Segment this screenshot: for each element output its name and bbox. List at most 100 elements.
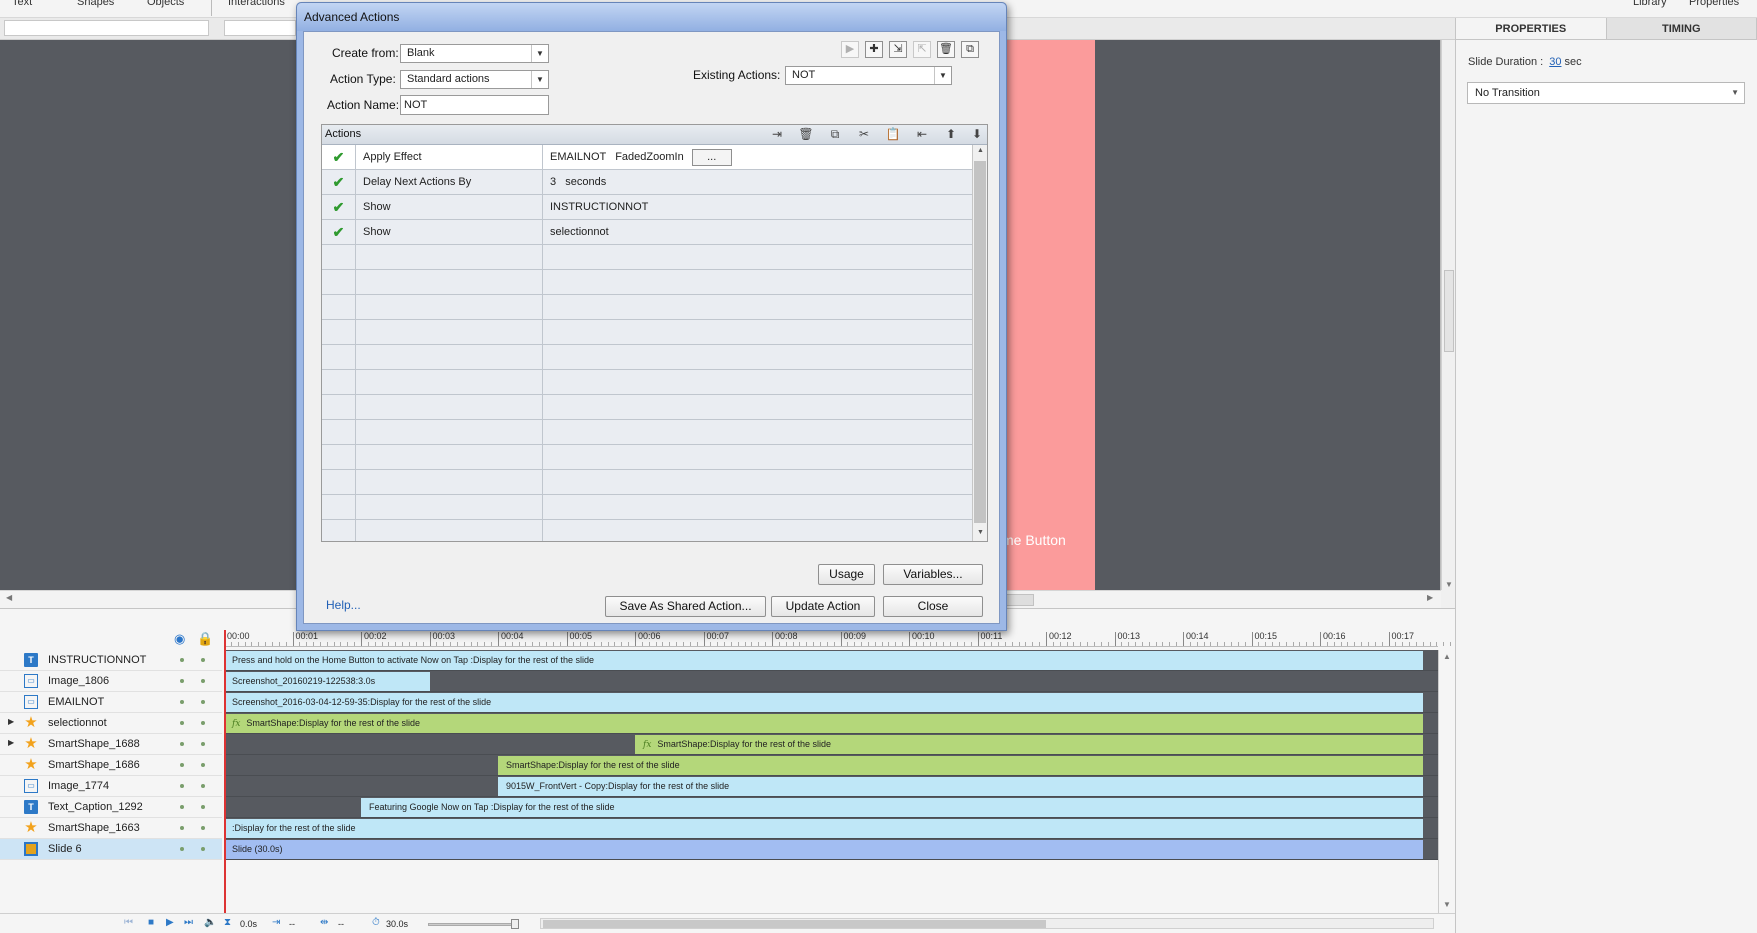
target-cell[interactable]: INSTRUCTIONNOT xyxy=(543,195,972,219)
stage-vertical-scrollbar[interactable]: ▼ xyxy=(1441,40,1455,590)
eye-icon[interactable]: ◉ xyxy=(174,631,185,647)
expand-icon[interactable]: ▶ xyxy=(8,717,14,726)
lock-toggle[interactable] xyxy=(201,658,205,662)
action-cell[interactable] xyxy=(356,270,543,294)
move-up-icon[interactable]: ⬆ xyxy=(942,126,960,143)
visibility-toggle[interactable] xyxy=(180,742,184,746)
scroll-left-icon[interactable]: ◀ xyxy=(6,593,12,602)
visibility-toggle[interactable] xyxy=(180,658,184,662)
scroll-down-icon[interactable]: ▼ xyxy=(1445,580,1453,589)
timeline-row[interactable]: ▭ Image_1774 9015W_FrontVert - Copy:Displa… xyxy=(0,776,1438,797)
dialog-title[interactable]: Advanced Actions xyxy=(297,3,1006,31)
action-cell[interactable]: Apply Effect xyxy=(356,145,543,169)
create-from-select[interactable]: Blank ▼ xyxy=(400,44,549,63)
action-row[interactable]: ✔ Apply Effect EMAILNOT FadedZoomIn... xyxy=(322,145,972,170)
check-cell[interactable] xyxy=(322,370,356,394)
actions-grid-scrollbar[interactable]: ▲ ▼ xyxy=(972,145,987,541)
scroll-right-icon[interactable]: ▶ xyxy=(1427,593,1433,602)
timeline-track[interactable]: Screenshot_20160219-122538:3.0s xyxy=(224,671,1438,692)
timeline-row[interactable]: ▶ ★ SmartShape_1688 fx SmartShape:Display fo… xyxy=(0,734,1438,755)
slide-duration-value[interactable]: 30 xyxy=(1549,56,1561,68)
menu-shapes[interactable]: Shapes xyxy=(77,0,114,8)
usage-button[interactable]: Usage xyxy=(818,564,875,585)
action-cell[interactable] xyxy=(356,320,543,344)
scroll-up-icon[interactable]: ▲ xyxy=(1443,652,1451,661)
timeline-track[interactable]: SmartShape:Display for the rest of the s… xyxy=(224,755,1438,776)
delete-action-icon[interactable]: 🗑 xyxy=(937,41,955,58)
lock-toggle[interactable] xyxy=(201,721,205,725)
action-cell[interactable]: Show xyxy=(356,195,543,219)
action-row[interactable]: ✔ Show selectionnot xyxy=(322,220,972,245)
check-cell[interactable] xyxy=(322,495,356,519)
timeline-bar[interactable]: :Display for the rest of the slide xyxy=(224,819,1423,838)
existing-actions-select[interactable]: NOT ▼ xyxy=(785,66,952,85)
lock-toggle[interactable] xyxy=(201,679,205,683)
lock-toggle[interactable] xyxy=(201,763,205,767)
target-cell[interactable]: selectionnot xyxy=(543,220,972,244)
timeline-layer[interactable]: ▭ Image_1806 xyxy=(0,671,222,692)
action-type-select[interactable]: Standard actions ▼ xyxy=(400,70,549,89)
lock-toggle[interactable] xyxy=(201,847,205,851)
menu-library[interactable]: Library xyxy=(1633,0,1667,8)
timeline-bar[interactable]: Screenshot_20160219-122538:3.0s xyxy=(224,672,430,691)
target-cell[interactable] xyxy=(543,395,972,419)
visibility-toggle[interactable] xyxy=(180,805,184,809)
timeline-bar[interactable]: Featuring Google Now on Tap :Display for… xyxy=(361,798,1423,817)
indent-row-icon[interactable]: ⇤ xyxy=(913,126,931,143)
check-cell[interactable] xyxy=(322,470,356,494)
toolbar-field[interactable] xyxy=(224,20,296,36)
forward-icon[interactable]: ⏭ xyxy=(184,917,193,928)
action-cell[interactable]: Show xyxy=(356,220,543,244)
lock-icon[interactable]: 🔒 xyxy=(197,631,213,647)
scroll-thumb[interactable] xyxy=(1444,270,1454,352)
playhead[interactable] xyxy=(224,630,226,926)
help-link[interactable]: Help... xyxy=(326,598,361,612)
lock-toggle[interactable] xyxy=(201,805,205,809)
save-as-shared-action-button[interactable]: Save As Shared Action... xyxy=(605,596,766,617)
timeline-bar[interactable]: 9015W_FrontVert - Copy:Display for the r… xyxy=(498,777,1423,796)
check-cell[interactable] xyxy=(322,245,356,269)
target-cell[interactable] xyxy=(543,370,972,394)
timeline-row[interactable]: T INSTRUCTIONNOT Press and hold on the Hom… xyxy=(0,650,1438,671)
copy-row-icon[interactable]: ⧉ xyxy=(826,126,844,143)
timeline-layer[interactable]: ▭ Image_1774 xyxy=(0,776,222,797)
expand-icon[interactable]: ▶ xyxy=(8,738,14,747)
timeline-bar[interactable]: Press and hold on the Home Button to act… xyxy=(224,651,1423,670)
cut-row-icon[interactable]: ✂ xyxy=(855,126,873,143)
import-icon[interactable]: ⇲ xyxy=(889,41,907,58)
action-cell[interactable] xyxy=(356,345,543,369)
check-cell[interactable] xyxy=(322,420,356,444)
visibility-toggle[interactable] xyxy=(180,826,184,830)
target-cell[interactable] xyxy=(543,295,972,319)
timeline-row[interactable]: ▭ EMAILNOT Screenshot_2016-03-04-12-59-35:… xyxy=(0,692,1438,713)
timeline-row[interactable]: ▭ Image_1806 Screenshot_20160219-122538:3.… xyxy=(0,671,1438,692)
timeline-track[interactable]: 9015W_FrontVert - Copy:Display for the r… xyxy=(224,776,1438,797)
action-cell[interactable] xyxy=(356,295,543,319)
action-row[interactable] xyxy=(322,270,972,295)
lock-toggle[interactable] xyxy=(201,700,205,704)
action-cell[interactable] xyxy=(356,370,543,394)
variables-button[interactable]: Variables... xyxy=(883,564,983,585)
check-cell[interactable] xyxy=(322,320,356,344)
timeline-row[interactable]: Slide 6 Slide (30.0s) xyxy=(0,839,1438,860)
tab-properties[interactable]: PROPERTIES xyxy=(1456,18,1607,39)
timeline-bar[interactable]: fx SmartShape:Display for the rest of the… xyxy=(224,714,1423,733)
move-down-icon[interactable]: ⬇ xyxy=(968,126,986,143)
effect-icon[interactable]: fx xyxy=(232,719,240,729)
transition-select[interactable]: No Transition ▼ xyxy=(1467,82,1745,104)
scroll-thumb[interactable] xyxy=(974,161,986,523)
target-cell[interactable] xyxy=(543,345,972,369)
lock-toggle[interactable] xyxy=(201,826,205,830)
timeline-row[interactable]: ▶ ★ selectionnot fx SmartShape:Display for t… xyxy=(0,713,1438,734)
timeline-track[interactable]: Featuring Google Now on Tap :Display for… xyxy=(224,797,1438,818)
action-row[interactable] xyxy=(322,395,972,420)
visibility-toggle[interactable] xyxy=(180,763,184,767)
target-cell[interactable] xyxy=(543,445,972,469)
check-icon[interactable]: ✔ xyxy=(322,145,356,169)
action-row[interactable] xyxy=(322,520,972,541)
target-cell[interactable] xyxy=(543,520,972,541)
target-cell[interactable] xyxy=(543,470,972,494)
timeline-track[interactable]: Slide (30.0s) xyxy=(224,839,1438,860)
timeline-bar[interactable]: fx SmartShape:Display for the rest of the… xyxy=(635,735,1423,754)
check-cell[interactable] xyxy=(322,445,356,469)
